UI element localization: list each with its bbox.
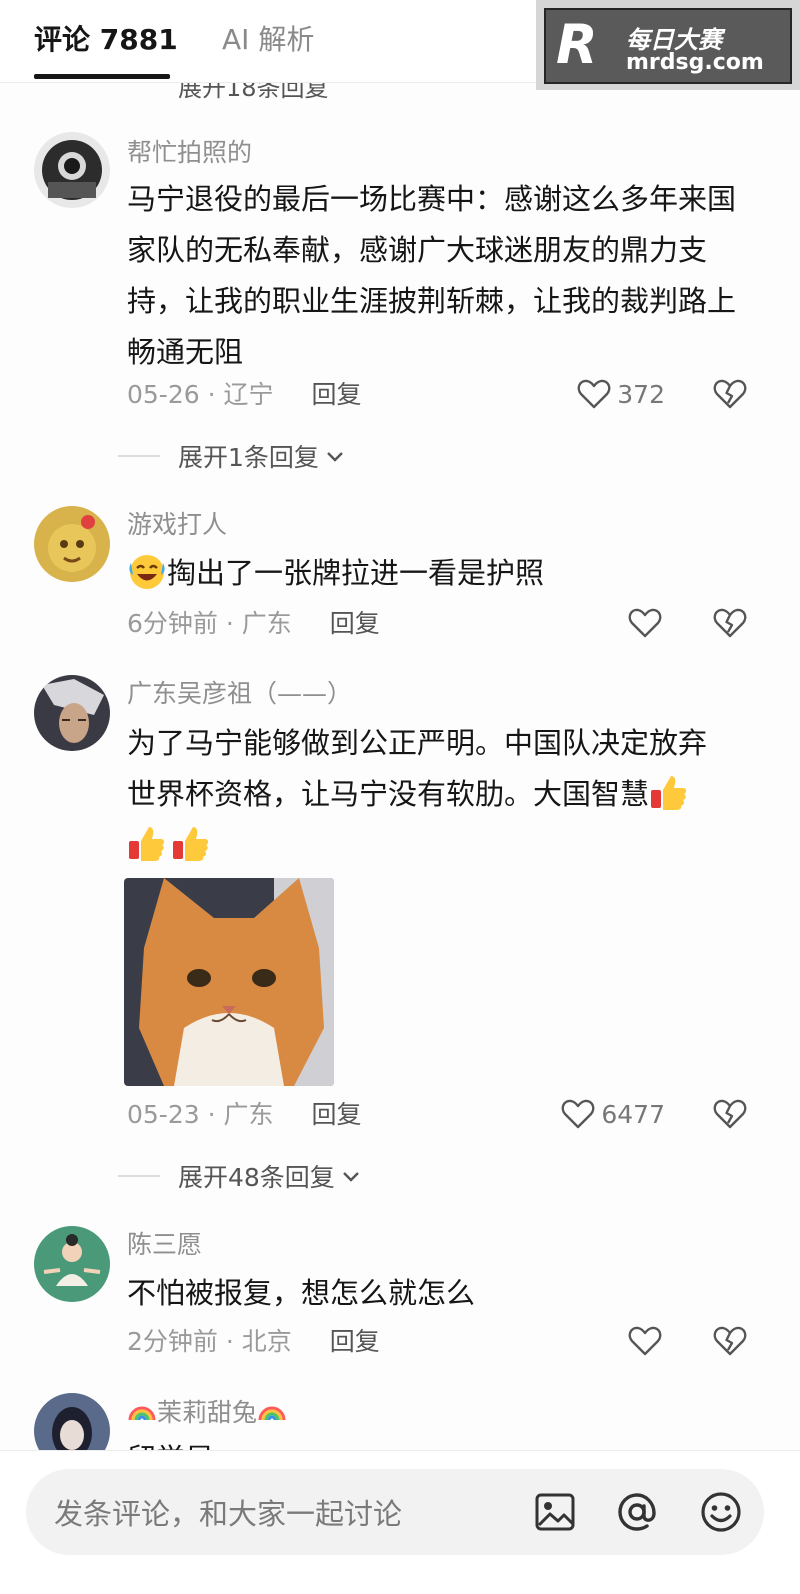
watermark: R 每日大赛 mrdsg.com <box>536 0 800 90</box>
thumbs-up-emoji-icon <box>173 827 209 861</box>
meta-separator: · <box>207 380 216 409</box>
at-icon <box>618 1493 656 1531</box>
comment-location: 北京 <box>241 1327 292 1356</box>
reply-button[interactable]: 回复 <box>330 1327 380 1356</box>
dislike-button[interactable] <box>713 1098 747 1132</box>
dislike-button[interactable] <box>713 1325 747 1359</box>
like-count: 6477 <box>601 1099 665 1129</box>
chevron-down-icon <box>327 452 343 462</box>
heart-outline-icon <box>628 1326 662 1356</box>
avatar[interactable] <box>34 506 110 582</box>
rainbow-emoji-icon <box>258 1406 286 1421</box>
rainbow-emoji-icon <box>128 1406 156 1421</box>
laughing-crying-emoji-icon <box>129 555 165 589</box>
tab-comments[interactable]: 评论 7881 <box>34 20 178 60</box>
comment-username[interactable]: 广东吴彦祖（——） <box>127 677 352 711</box>
thumbs-up-emoji-icon <box>651 776 687 810</box>
comment-date: 05-23 <box>127 1100 200 1129</box>
like-button[interactable]: 6477 <box>561 1098 665 1130</box>
comment-date: 2分钟前 <box>127 1327 218 1356</box>
comment-location: 广东 <box>223 1100 274 1129</box>
comment-text: 不怕被报复，想怎么就怎么 <box>127 1276 476 1310</box>
broken-heart-icon <box>713 379 747 409</box>
comment-input-bar: 发条评论，和大家一起讨论 <box>0 1450 800 1594</box>
meta-separator: · <box>207 1100 216 1129</box>
watermark-r-letter: R <box>556 13 598 76</box>
avatar[interactable] <box>34 132 110 208</box>
comment-username[interactable]: 茉莉甜兔 <box>127 1396 287 1430</box>
broken-heart-icon <box>713 1326 747 1356</box>
thumbs-up-emoji-icon <box>129 827 165 861</box>
comment-text: 掏出了一张牌拉进一看是护照 <box>127 548 752 599</box>
like-button[interactable] <box>628 607 662 639</box>
reply-button[interactable]: 回复 <box>330 609 380 638</box>
emoji-button[interactable] <box>698 1489 744 1535</box>
avatar[interactable] <box>34 675 110 751</box>
image-button[interactable] <box>532 1489 578 1535</box>
expand-replies-button[interactable]: 展开1条回复 <box>118 438 347 474</box>
heart-outline-icon <box>628 608 662 638</box>
comment-meta: 2分钟前 · 北京 回复 <box>127 1325 380 1359</box>
heart-outline-icon <box>562 1099 595 1129</box>
watermark-logo: R 每日大赛 mrdsg.com <box>544 8 792 84</box>
mention-button[interactable] <box>614 1489 660 1535</box>
comment-location: 广东 <box>241 609 292 638</box>
comment-input-placeholder: 发条评论，和大家一起讨论 <box>54 1497 403 1531</box>
comment-text: 马宁退役的最后一场比赛中：感谢这么多年来国家队的无私奉献，感谢广大球迷朋友的鼎力… <box>127 182 737 369</box>
expand-replies-button[interactable]: 展开48条回复 <box>118 1158 363 1194</box>
like-button[interactable]: 372 <box>577 378 665 410</box>
avatar[interactable] <box>34 1226 110 1302</box>
comment-location: 辽宁 <box>223 380 274 409</box>
comment-meta: 6分钟前 · 广东 回复 <box>127 607 380 641</box>
comment-meta: 05-26 · 辽宁 回复 <box>127 378 362 412</box>
broken-heart-icon <box>713 1099 747 1129</box>
divider-line <box>118 1175 160 1177</box>
comment-input[interactable]: 发条评论，和大家一起讨论 <box>26 1469 764 1555</box>
heart-outline-icon <box>577 379 611 409</box>
comment-date: 6分钟前 <box>127 609 218 638</box>
meta-separator: · <box>225 1327 234 1356</box>
like-count: 372 <box>617 379 665 409</box>
tab-ai-analysis[interactable]: AI 解析 <box>222 20 314 60</box>
image-icon <box>535 1493 575 1531</box>
comment-date: 05-26 <box>127 380 200 409</box>
comment-meta: 05-23 · 广东 回复 <box>127 1098 362 1132</box>
divider-line <box>118 455 160 457</box>
chevron-down-icon <box>342 1172 359 1182</box>
comment-username[interactable]: 陈三愿 <box>127 1228 202 1262</box>
watermark-url: mrdsg.com <box>626 50 764 75</box>
comment-username[interactable]: 游戏打人 <box>127 508 227 542</box>
like-button[interactable] <box>628 1325 662 1357</box>
dislike-button[interactable] <box>713 378 747 412</box>
meta-separator: · <box>225 609 234 638</box>
comment-username[interactable]: 帮忙拍照的 <box>127 136 252 170</box>
broken-heart-icon <box>713 608 747 638</box>
comment-image-cat[interactable] <box>124 878 334 1086</box>
reply-button[interactable]: 回复 <box>311 380 361 409</box>
reply-button[interactable]: 回复 <box>311 1100 361 1129</box>
active-tab-indicator <box>34 74 170 79</box>
comment-text: 为了马宁能够做到公正严明。中国队决定放弃 世界杯资格，让马宁没有软肋。大国智慧 <box>127 718 752 871</box>
dislike-button[interactable] <box>713 607 747 641</box>
smiley-icon <box>701 1492 741 1532</box>
